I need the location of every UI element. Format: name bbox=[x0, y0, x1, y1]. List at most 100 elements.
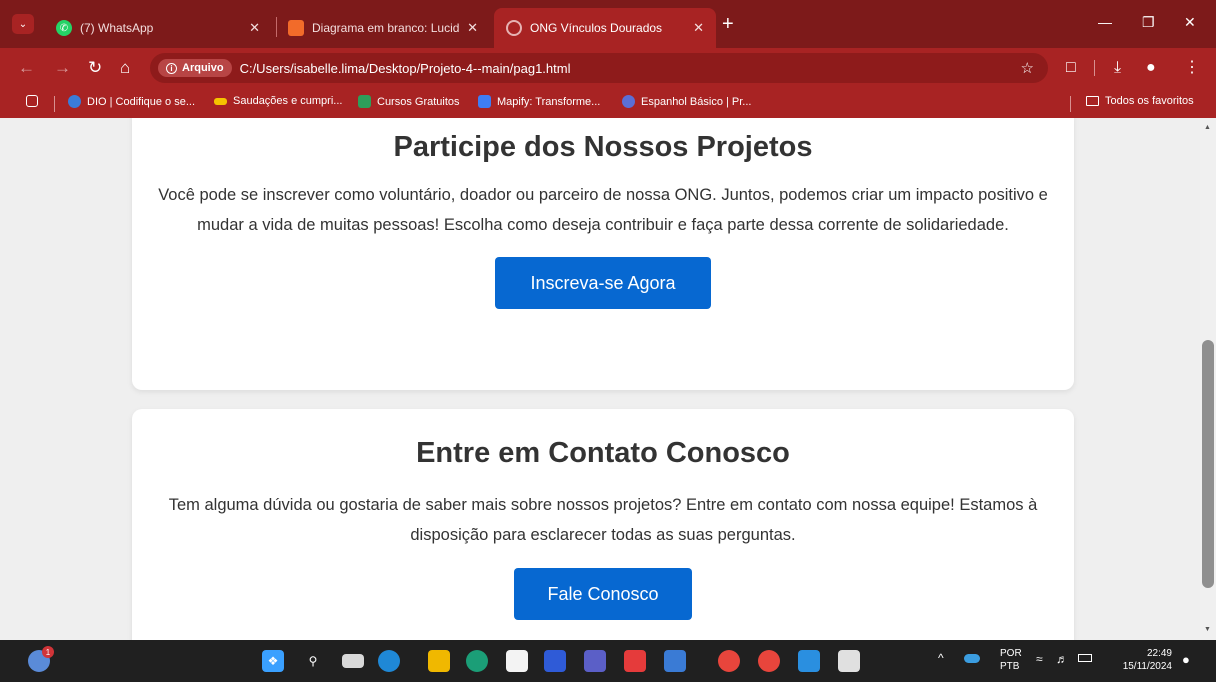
file-label: Arquivo bbox=[182, 62, 224, 74]
browser-tab-bar: ⌄ ✆ (7) WhatsApp ✕ Diagrama em branco: L… bbox=[0, 0, 1216, 48]
menu-kebab-icon[interactable]: ⋮ bbox=[1184, 58, 1200, 78]
close-window-icon[interactable]: ✕ bbox=[1184, 14, 1196, 31]
mapify-icon bbox=[478, 95, 491, 108]
close-icon[interactable]: ✕ bbox=[693, 20, 704, 36]
reload-icon[interactable]: ↻ bbox=[88, 58, 102, 78]
chrome-active-icon[interactable] bbox=[758, 650, 780, 672]
battery-icon[interactable] bbox=[1078, 654, 1092, 662]
contact-section-card: Entre em Contato Conosco Tem alguma dúvi… bbox=[132, 409, 1074, 640]
flag-icon bbox=[214, 97, 227, 105]
page-viewport: Participe dos Nossos Projetos Você pode … bbox=[0, 118, 1216, 640]
profile-avatar-icon[interactable]: ● bbox=[1146, 58, 1156, 78]
teams-icon[interactable] bbox=[584, 650, 606, 672]
new-tab-plus-icon[interactable]: + bbox=[722, 14, 734, 34]
bookmark-cursos-gratuitos[interactable]: Cursos Gratuitos bbox=[358, 95, 460, 108]
bookmark-label: Saudações e cumpri... bbox=[233, 95, 343, 107]
tab-whatsapp[interactable]: ✆ (7) WhatsApp ✕ bbox=[44, 8, 272, 48]
clock-time: 22:49 bbox=[1146, 648, 1172, 659]
onedrive-icon[interactable] bbox=[964, 654, 980, 663]
language-code: POR bbox=[1000, 648, 1022, 659]
file-explorer-icon[interactable] bbox=[428, 650, 450, 672]
participate-text: Você pode se inscrever como voluntário, … bbox=[158, 186, 1048, 234]
bookmark-label: DIO | Codifique o se... bbox=[87, 95, 196, 108]
search-icon[interactable]: ⚲ bbox=[302, 650, 324, 672]
site-info-chip[interactable]: i Arquivo bbox=[158, 59, 232, 77]
volume-icon[interactable]: ♬ bbox=[1056, 653, 1068, 666]
contact-title: Entre em Contato Conosco bbox=[416, 437, 790, 469]
minimize-icon[interactable]: — bbox=[1098, 14, 1112, 30]
weather-widget-icon[interactable]: 1 bbox=[28, 646, 54, 672]
lucidchart-icon bbox=[288, 20, 304, 36]
close-icon[interactable]: ✕ bbox=[249, 20, 260, 36]
notification-badge: 1 bbox=[42, 646, 54, 658]
remote-desktop-icon[interactable] bbox=[664, 650, 686, 672]
tab-title: (7) WhatsApp bbox=[80, 21, 154, 35]
bookmark-label: Cursos Gratuitos bbox=[377, 95, 460, 108]
home-icon[interactable]: ⌂ bbox=[120, 58, 130, 78]
tab-lucidchart[interactable]: Diagrama em branco: Lucidchar ✕ bbox=[276, 8, 490, 48]
dio-icon bbox=[68, 95, 81, 108]
language-indicator[interactable]: POR PTB bbox=[1000, 647, 1022, 673]
grid-icon bbox=[26, 95, 38, 107]
vscode-icon[interactable] bbox=[798, 650, 820, 672]
bookmark-dio[interactable]: DIO | Codifique o se... bbox=[68, 95, 195, 108]
notification-bell-icon[interactable]: ● bbox=[1182, 653, 1190, 666]
restore-icon[interactable]: ❐ bbox=[1142, 14, 1155, 31]
folder-icon bbox=[1086, 96, 1099, 106]
bookmark-espanhol[interactable]: Espanhol Básico | Pr... bbox=[622, 95, 751, 108]
clock-date: 15/11/2024 bbox=[1122, 661, 1172, 672]
globe-icon bbox=[506, 20, 522, 36]
close-icon[interactable]: ✕ bbox=[467, 20, 478, 36]
bookmarks-divider bbox=[54, 96, 55, 112]
subscribe-now-button[interactable]: Inscreva-se Agora bbox=[495, 257, 711, 309]
chrome-icon[interactable] bbox=[718, 650, 740, 672]
keyboard-layout: PTB bbox=[1000, 661, 1020, 672]
extensions-icon[interactable]: □ bbox=[1066, 58, 1076, 78]
bookmarks-divider bbox=[1070, 96, 1071, 112]
info-icon: i bbox=[166, 62, 177, 74]
bookmark-label: Todos os favoritos bbox=[1105, 95, 1194, 107]
clock[interactable]: 22:49 15/11/2024 bbox=[1110, 647, 1172, 673]
store-icon[interactable] bbox=[506, 650, 528, 672]
show-hidden-icons-chevron[interactable]: ^ bbox=[938, 652, 944, 665]
back-arrow-icon[interactable]: ← bbox=[18, 58, 35, 78]
snipping-tool-icon[interactable] bbox=[838, 650, 860, 672]
apps-grid-icon[interactable] bbox=[26, 95, 44, 107]
address-bar[interactable]: i Arquivo C:/Users/isabelle.lima/Desktop… bbox=[150, 53, 1048, 83]
scroll-up-arrow-icon[interactable]: ▲ bbox=[1204, 124, 1211, 131]
courses-icon bbox=[358, 95, 371, 108]
download-icon[interactable]: ⤓ bbox=[1114, 58, 1121, 78]
git-app-icon[interactable] bbox=[624, 650, 646, 672]
all-bookmarks-folder[interactable]: Todos os favoritos bbox=[1086, 95, 1194, 107]
bookmark-label: Mapify: Transforme... bbox=[497, 95, 601, 108]
start-windows-icon[interactable]: ❖ bbox=[262, 650, 284, 672]
page-scrollbar[interactable]: ▲ ▼ bbox=[1200, 118, 1216, 640]
tab-title: ONG Vínculos Dourados bbox=[530, 21, 663, 35]
tab-title: Diagrama em branco: Lucidchar bbox=[312, 21, 460, 35]
participate-section-card: Participe dos Nossos Projetos Você pode … bbox=[132, 118, 1074, 390]
bookmark-label: Espanhol Básico | Pr... bbox=[641, 95, 752, 108]
browser-toolbar: ← → ↻ ⌂ i Arquivo C:/Users/isabelle.lima… bbox=[0, 48, 1216, 88]
bookmarks-bar: DIO | Codifique o se... Saudações e cump… bbox=[0, 88, 1216, 118]
wifi-icon[interactable]: ≈ bbox=[1036, 653, 1043, 666]
bitwarden-icon[interactable] bbox=[544, 650, 566, 672]
edge-icon[interactable] bbox=[466, 650, 488, 672]
tab-search-chevron-icon[interactable]: ⌄ bbox=[12, 14, 34, 34]
forward-arrow-icon[interactable]: → bbox=[54, 58, 71, 78]
copilot-icon[interactable] bbox=[378, 650, 400, 672]
bookmark-saudacoes[interactable]: Saudações e cumpri... bbox=[214, 95, 342, 107]
bookmark-mapify[interactable]: Mapify: Transforme... bbox=[478, 95, 600, 108]
participate-title: Participe dos Nossos Projetos bbox=[393, 131, 813, 163]
tab-ong-vinculos-dourados[interactable]: ONG Vínculos Dourados ✕ bbox=[494, 8, 716, 48]
scrollbar-thumb[interactable] bbox=[1202, 340, 1214, 588]
contact-us-button[interactable]: Fale Conosco bbox=[514, 568, 692, 620]
toolbar-divider bbox=[1094, 60, 1095, 76]
spanish-icon bbox=[622, 95, 635, 108]
contact-text: Tem alguma dúvida ou gostaria de saber m… bbox=[168, 496, 1038, 544]
bookmark-star-icon[interactable]: ☆ bbox=[1021, 59, 1034, 77]
windows-taskbar: 1 ❖ ⚲ ^ POR PTB ≈ ♬ 22:49 15/11/2024 ● bbox=[0, 640, 1216, 682]
whatsapp-icon: ✆ bbox=[56, 20, 72, 36]
url-text[interactable]: C:/Users/isabelle.lima/Desktop/Projeto-4… bbox=[240, 61, 571, 76]
task-view-icon[interactable] bbox=[342, 654, 364, 668]
scroll-down-arrow-icon[interactable]: ▼ bbox=[1204, 626, 1211, 633]
